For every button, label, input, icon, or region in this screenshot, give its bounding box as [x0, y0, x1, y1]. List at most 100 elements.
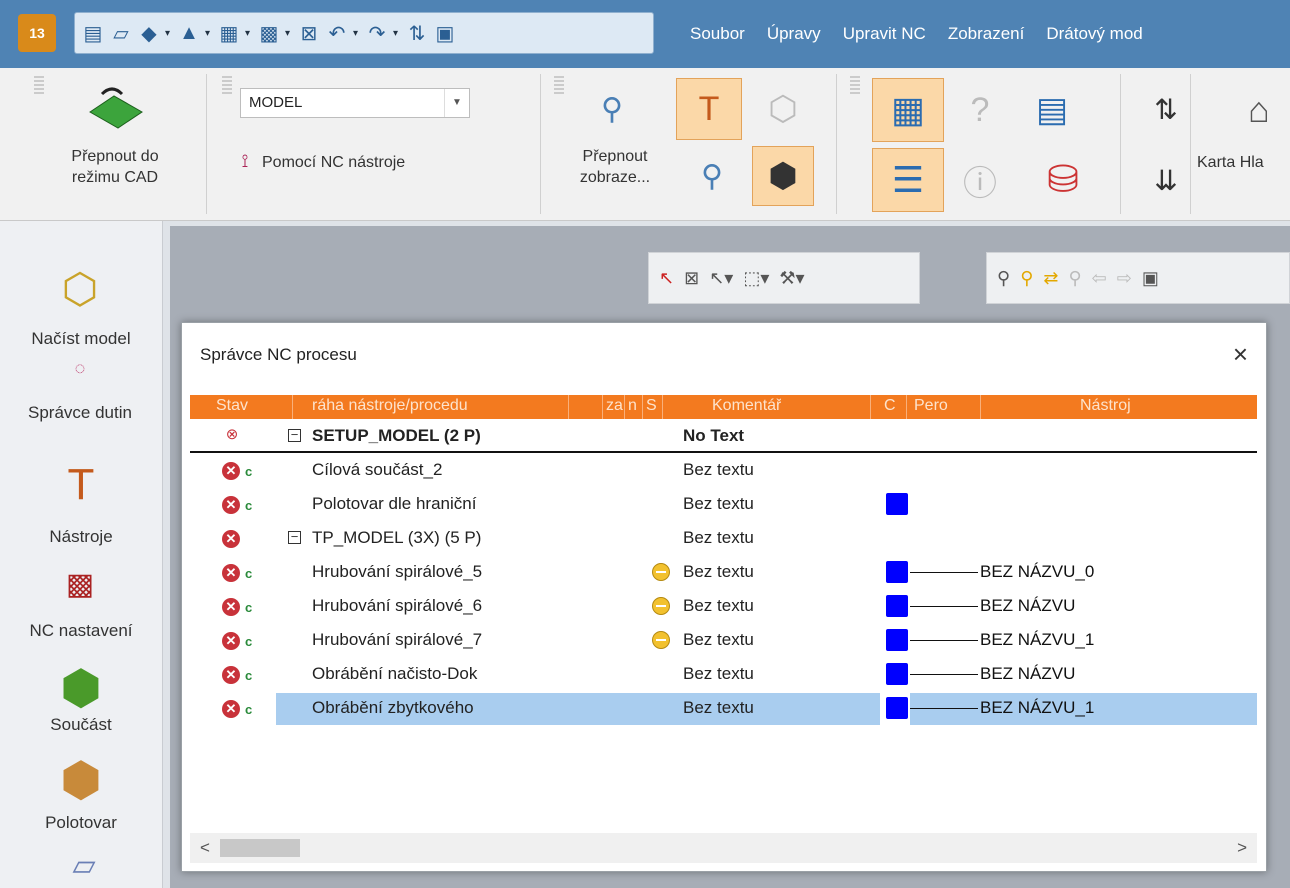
nc-grid-icon[interactable]: ▦	[217, 20, 241, 46]
horizontal-scrollbar[interactable]: < >	[190, 833, 1257, 863]
tool-display-icon[interactable]: T	[676, 78, 742, 140]
stock-button[interactable]: Polotovar	[0, 813, 162, 833]
table-row[interactable]: ✕ c Hrubování spirálové_6 Bez textu BEZ …	[190, 589, 1257, 623]
tree-expand-icon[interactable]: ⇊	[1146, 152, 1186, 208]
col-header-tool[interactable]: Nástroj	[1080, 397, 1131, 415]
load-model-icon[interactable]: ⬡	[50, 259, 110, 317]
chevron-down-icon[interactable]: ▼	[444, 89, 469, 117]
menu-soubor[interactable]: Soubor	[690, 24, 745, 44]
pen-color-swatch[interactable]	[886, 493, 908, 515]
by-nc-tool-button[interactable]: Pomocí NC nástroje	[262, 152, 405, 173]
table-row[interactable]: ✕ − TP_MODEL (3X) (5 P) Bez textu	[190, 521, 1257, 555]
stock-icon[interactable]: ⬢	[48, 749, 114, 811]
table-row[interactable]: ✕ c Hrubování spirálové_5 Bez textu BEZ …	[190, 555, 1257, 589]
dropdown-arrow-icon[interactable]: ▾	[165, 28, 173, 39]
col-header-s[interactable]: S	[646, 397, 657, 415]
col-header-toolpath[interactable]: ráha nástroje/procedu	[312, 397, 567, 415]
arrow-right-icon[interactable]: ⇨	[1117, 268, 1132, 289]
redo-icon[interactable]: ↷	[365, 20, 389, 46]
stock-display-icon[interactable]: ⬡	[752, 78, 814, 140]
main-card-icon[interactable]: ⌂	[1228, 78, 1290, 142]
nc-setup-icon[interactable]: ▩	[60, 561, 100, 607]
pen-color-swatch[interactable]	[886, 595, 908, 617]
col-header-pen[interactable]: Pero	[914, 397, 948, 415]
dropdown-arrow-icon[interactable]: ▾	[245, 28, 253, 39]
tree-collapse-icon[interactable]: −	[288, 530, 301, 544]
bulb-on-icon[interactable]: ⚲	[1020, 268, 1033, 289]
cube-icon[interactable]: ▣	[1142, 268, 1159, 289]
menu-upravit-nc[interactable]: Upravit NC	[843, 24, 926, 44]
menu-dratovy-model[interactable]: Drátový mod	[1046, 24, 1142, 44]
dropdown-arrow-icon[interactable]: ▾	[285, 28, 293, 39]
box-select-icon[interactable]: ⬚▾	[743, 268, 769, 289]
regenerate-icon[interactable]: ⇅	[405, 20, 429, 46]
cavity-manager-icon[interactable]: ◌	[64, 357, 96, 379]
pen-color-swatch[interactable]	[886, 561, 908, 583]
switch-to-cad-button[interactable]: Přepnout do režimu CAD	[40, 146, 190, 188]
window-icon[interactable]: ▣	[433, 20, 457, 46]
col-header-stav[interactable]: Stav	[216, 397, 248, 415]
table-row[interactable]: ✕ c Hrubování spirálové_7 Bez textu BEZ …	[190, 623, 1257, 657]
save-icon[interactable]: ▤	[81, 20, 105, 46]
close-icon[interactable]: ×	[1233, 339, 1248, 370]
tools-button[interactable]: Nástroje	[0, 527, 162, 547]
scroll-right-icon[interactable]: >	[1237, 838, 1247, 858]
nc-setup-button[interactable]: NC nastavení	[0, 621, 162, 641]
table-row-selected[interactable]: ✕ c Obrábění zbytkového Bez textu BEZ NÁ…	[190, 691, 1257, 725]
table-row[interactable]: ✕ c Polotovar dle hraniční Bez textu	[190, 487, 1257, 521]
deselect-icon[interactable]: ↖	[659, 268, 674, 289]
pen-color-swatch[interactable]	[886, 663, 908, 685]
dropdown-arrow-icon[interactable]: ▾	[353, 28, 361, 39]
table-row[interactable]: ⊗ − SETUP_MODEL (2 P) No Text	[190, 419, 1257, 453]
col-header-za[interactable]: za	[606, 397, 623, 415]
undo-icon[interactable]: ↶	[325, 20, 349, 46]
switch-to-cad-icon[interactable]	[84, 82, 148, 138]
nc-setup-icon[interactable]: ▲	[177, 20, 201, 46]
table-row[interactable]: ✕ c Cílová součást_2 Bez textu	[190, 453, 1257, 487]
process-manager-icon[interactable]: ▦	[872, 78, 944, 142]
filter-icon[interactable]: ⚒▾	[779, 268, 804, 289]
part-icon[interactable]: ⬢	[48, 657, 114, 719]
dropdown-arrow-icon[interactable]: ▾	[393, 28, 401, 39]
delete-icon[interactable]: ⊠	[684, 268, 699, 289]
open-folder-icon[interactable]: ▱	[109, 20, 133, 46]
pen-color-swatch[interactable]	[886, 697, 908, 719]
scroll-left-icon[interactable]: <	[200, 838, 210, 858]
sort-icon[interactable]: ⇅	[1146, 84, 1186, 134]
switch-view-button[interactable]: Přepnout zobraze...	[560, 146, 670, 188]
dropdown-arrow-icon[interactable]: ▾	[205, 28, 213, 39]
model-select[interactable]: MODEL ▼	[240, 88, 470, 118]
model-display-icon[interactable]: ⬢	[752, 146, 814, 206]
bulb-gray-icon[interactable]: ⚲	[1068, 268, 1081, 289]
info-icon[interactable]: ⓘ	[955, 152, 1005, 208]
scrollbar-thumb[interactable]	[220, 839, 300, 857]
help-icon[interactable]: ?	[955, 82, 1005, 138]
list-view-icon[interactable]: ☰	[872, 148, 944, 212]
menu-upravy[interactable]: Úpravy	[767, 24, 821, 44]
folder-icon[interactable]: ▱	[62, 845, 106, 885]
app-logo[interactable]: 13	[18, 14, 56, 52]
pen-color-swatch[interactable]	[886, 629, 908, 651]
menu-zobrazeni[interactable]: Zobrazení	[948, 24, 1025, 44]
machine-icon[interactable]: ⛁	[1018, 148, 1108, 210]
col-header-comment[interactable]: Komentář	[712, 397, 781, 415]
tree-collapse-icon[interactable]: −	[288, 428, 301, 442]
nc-block-icon[interactable]: ▩	[257, 20, 281, 46]
table-row[interactable]: ✕ c Obrábění načisto-Dok Bez textu BEZ N…	[190, 657, 1257, 691]
arrow-left-icon[interactable]: ⇦	[1092, 268, 1107, 289]
load-model-button[interactable]: Načíst model	[0, 329, 162, 349]
nc-model-icon[interactable]: ◆	[137, 20, 161, 46]
part-button[interactable]: Součást	[0, 715, 162, 735]
bulb-off-icon[interactable]: ⚲	[997, 268, 1010, 289]
tools-icon[interactable]: T	[56, 457, 106, 513]
main-card-button[interactable]: Karta Hla	[1197, 152, 1264, 173]
view-toggle-icon[interactable]: ⚲	[590, 80, 634, 138]
select-icon[interactable]: ↖▾	[709, 268, 733, 289]
window-panel-icon[interactable]: ▤	[1024, 82, 1080, 138]
bulb-swap-icon[interactable]: ⇄	[1043, 268, 1058, 289]
delete-icon[interactable]: ⊠	[297, 20, 321, 46]
cavity-manager-button[interactable]: Správce dutin	[10, 403, 150, 423]
col-header-c[interactable]: C	[884, 397, 896, 415]
col-header-n[interactable]: n	[628, 397, 637, 415]
toolpath-display-icon[interactable]: ⚲	[684, 148, 740, 204]
